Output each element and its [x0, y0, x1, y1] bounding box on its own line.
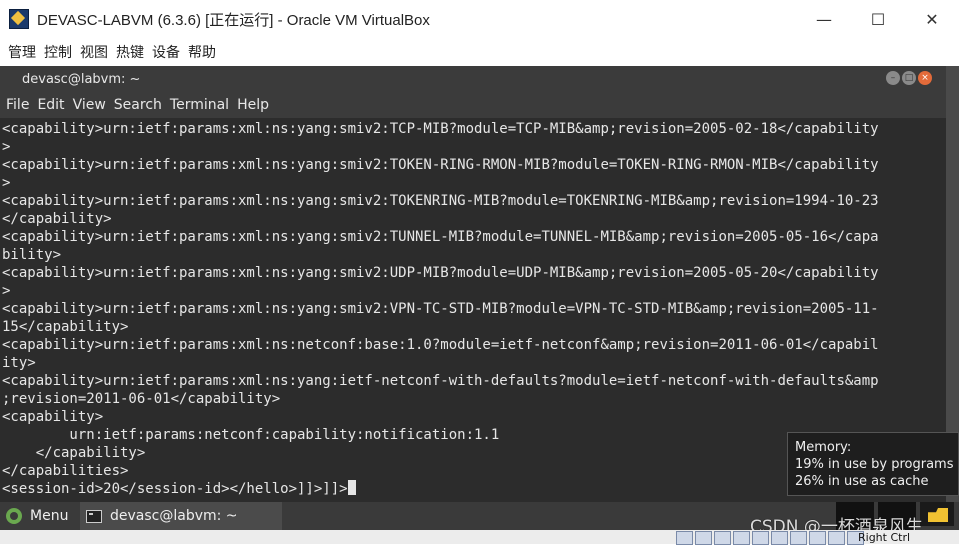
terminal-maximize-icon[interactable]: □ — [902, 71, 916, 85]
terminal-menu-view[interactable]: View — [73, 97, 106, 113]
terminal-line: bility> — [2, 247, 62, 263]
terminal-line: > — [2, 139, 11, 155]
terminal-menu-file[interactable]: File — [6, 97, 29, 113]
terminal-close-icon[interactable]: × — [918, 71, 932, 85]
terminal-line: <capability>urn:ietf:params:xml:ns:yang:… — [2, 373, 879, 389]
terminal-line: <capability>urn:ietf:params:xml:ns:yang:… — [2, 265, 879, 281]
host-titlebar: DEVASC-LABVM (6.3.6) [正在运行] - Oracle VM … — [0, 0, 959, 38]
host-menu-manage[interactable]: 管理 — [8, 42, 36, 62]
disk-icon[interactable] — [676, 531, 693, 545]
cpu-icon[interactable] — [828, 531, 845, 545]
terminal-line: <capability>urn:ietf:params:xml:ns:yang:… — [2, 301, 879, 317]
terminal-line: <capability>urn:ietf:params:xml:ns:yang:… — [2, 229, 879, 245]
terminal-window-controls: – □ × — [886, 71, 932, 85]
close-button[interactable]: ✕ — [905, 0, 959, 38]
terminal-menu-help[interactable]: Help — [237, 97, 269, 113]
host-window-controls: — ☐ ✕ — [797, 0, 959, 38]
host-menu-view[interactable]: 视图 — [80, 42, 108, 62]
terminal-line: </capability> — [2, 211, 112, 227]
terminal-line: ;revision=2011-06-01</capability> — [2, 391, 281, 407]
terminal-titlebar[interactable]: devasc@labvm: ~ – □ × — [0, 66, 946, 92]
host-window-title: DEVASC-LABVM (6.3.6) [正在运行] - Oracle VM … — [37, 11, 430, 29]
terminal-icon — [86, 509, 102, 523]
recording-icon[interactable] — [809, 531, 826, 545]
terminal-line: ity> — [2, 355, 36, 371]
optical-drive-icon[interactable] — [695, 531, 712, 545]
memory-programs-text: 19% in use by programs — [795, 457, 954, 472]
folder-icon[interactable] — [920, 502, 954, 526]
host-menubar: 管理 控制 视图 热键 设备 帮助 — [0, 38, 959, 66]
display-icon[interactable] — [790, 531, 807, 545]
prompt-text: <session-id>20</session-id></hello>]]>]]… — [2, 481, 348, 497]
memory-cache-text: 26% in use as cache — [795, 474, 929, 489]
text-cursor — [347, 480, 356, 495]
taskbar-item-label: devasc@labvm: ~ — [110, 508, 238, 524]
terminal-menu-terminal[interactable]: Terminal — [170, 97, 229, 113]
memory-tooltip-title: Memory: — [795, 440, 852, 455]
host-menu-hotkeys[interactable]: 热键 — [116, 42, 144, 62]
terminal-line: <capability>urn:ietf:params:xml:ns:yang:… — [2, 157, 879, 173]
maximize-button[interactable]: ☐ — [851, 0, 905, 38]
terminal-line: <capability>urn:ietf:params:xml:ns:netco… — [2, 337, 879, 353]
audio-icon[interactable] — [714, 531, 731, 545]
start-menu-button[interactable]: Menu — [6, 508, 68, 524]
start-menu-label: Menu — [30, 508, 69, 524]
terminal-minimize-icon[interactable]: – — [886, 71, 900, 85]
terminal-line: <capability>urn:ietf:params:xml:ns:yang:… — [2, 193, 879, 209]
memory-tooltip: Memory: 19% in use by programs 26% in us… — [787, 432, 959, 496]
host-menu-control[interactable]: 控制 — [44, 42, 72, 62]
network-icon[interactable] — [733, 531, 750, 545]
terminal-menubar: File Edit View Search Terminal Help — [0, 92, 946, 118]
shared-folder-icon[interactable] — [771, 531, 788, 545]
terminal-line: > — [2, 175, 11, 191]
virtualbox-logo-icon — [9, 9, 29, 29]
usb-icon[interactable] — [752, 531, 769, 545]
host-menu-help[interactable]: 帮助 — [188, 42, 216, 62]
terminal-line: <capability> — [2, 409, 104, 425]
terminal-line: > — [2, 283, 11, 299]
host-key-label: Right Ctrl — [858, 531, 911, 544]
minimize-button[interactable]: — — [797, 0, 851, 38]
host-menu-devices[interactable]: 设备 — [152, 42, 180, 62]
terminal-menu-edit[interactable]: Edit — [37, 97, 64, 113]
terminal-title: devasc@labvm: ~ — [22, 71, 141, 87]
terminal-line: 15</capability> — [2, 319, 129, 335]
taskbar-item-terminal[interactable]: devasc@labvm: ~ — [80, 502, 282, 530]
terminal-menu-search[interactable]: Search — [114, 97, 162, 113]
vm-status-icons — [676, 531, 864, 545]
terminal-line: <capability>urn:ietf:params:xml:ns:yang:… — [2, 121, 879, 137]
mint-logo-icon — [6, 508, 22, 524]
